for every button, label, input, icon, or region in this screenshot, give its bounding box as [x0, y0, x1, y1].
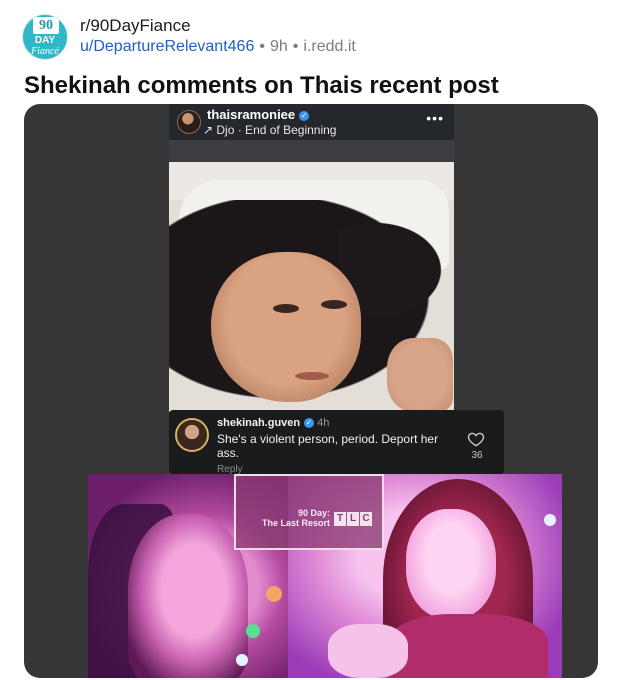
body-shape: [388, 614, 548, 678]
commenter-username: shekinah.guven ✓ 4h: [217, 417, 329, 429]
show-logo-text: 90 Day: The Last Resort: [254, 508, 330, 528]
network-letter: T: [334, 512, 346, 526]
network-letter: L: [347, 512, 359, 526]
show-title-line2: The Last Resort: [261, 518, 330, 528]
author-link[interactable]: u/DepartureRelevant466: [80, 38, 254, 55]
face-shape: [211, 252, 361, 402]
lips-shape: [295, 372, 329, 380]
post-meta: u/DepartureRelevant466 • 9h • i.redd.it: [80, 38, 356, 56]
tv-still-image: 90 Day: The Last Resort TLC: [88, 474, 562, 678]
post-age: 9h: [269, 38, 288, 55]
show-title-line1: 90 Day:: [297, 508, 330, 518]
commenter-username-text: shekinah.guven: [217, 417, 301, 429]
post-image[interactable]: thaisramoniee ✓ ↗ Djo · End of Beginning …: [24, 104, 598, 678]
story-username-text: thaisramoniee: [207, 107, 296, 122]
story-header: thaisramoniee ✓ ↗ Djo · End of Beginning …: [169, 104, 454, 140]
verified-badge-icon: ✓: [304, 418, 315, 428]
subreddit-avatar-90: 90: [33, 17, 59, 34]
story-avatar: [177, 110, 201, 134]
network-letter: C: [360, 512, 372, 526]
face-shape: [406, 509, 496, 619]
hand-shape: [387, 338, 453, 412]
bokeh-light: [246, 624, 260, 638]
post-header: 90 DAY Fiancé r/90DayFiance u/DepartureR…: [22, 10, 602, 60]
meta-separator: •: [292, 38, 299, 55]
meta-separator: •: [259, 38, 265, 55]
instagram-comment: shekinah.guven ✓ 4h She's a violent person…: [169, 410, 504, 474]
comment-time: 4h: [317, 417, 330, 429]
instagram-story-screenshot: thaisramoniee ✓ ↗ Djo · End of Beginning …: [169, 104, 454, 412]
hand-shape: [328, 624, 408, 678]
comment-like-count: 36: [471, 450, 483, 461]
comment-text: She's a violent person, period. Deport h…: [217, 432, 439, 460]
more-options-icon: •••: [426, 110, 444, 126]
subreddit-avatar-fiance: Fiancé: [31, 46, 59, 57]
story-song: ↗ Djo · End of Beginning: [203, 123, 337, 137]
story-username: thaisramoniee ✓: [207, 107, 310, 122]
eye-shape: [273, 304, 299, 313]
bokeh-light: [266, 586, 282, 602]
commenter-avatar: [175, 418, 209, 452]
bokeh-light: [236, 654, 248, 666]
bokeh-light: [544, 514, 556, 526]
post-domain[interactable]: i.redd.it: [303, 38, 355, 55]
post-title[interactable]: Shekinah comments on Thais recent post: [24, 72, 499, 100]
subreddit-avatar-day: DAY: [34, 35, 56, 46]
story-photo: [169, 140, 454, 412]
network-logo: TLC: [334, 508, 373, 526]
heart-outline-icon: [467, 432, 485, 447]
eye-shape: [321, 300, 347, 309]
verified-badge-icon: ✓: [299, 111, 310, 121]
subreddit-name[interactable]: r/90DayFiance: [80, 16, 191, 36]
person-shape: [128, 514, 248, 678]
show-logo-overlay: 90 Day: The Last Resort TLC: [234, 474, 384, 550]
comment-reply: Reply: [217, 464, 243, 474]
subreddit-avatar[interactable]: 90 DAY Fiancé: [22, 14, 68, 60]
